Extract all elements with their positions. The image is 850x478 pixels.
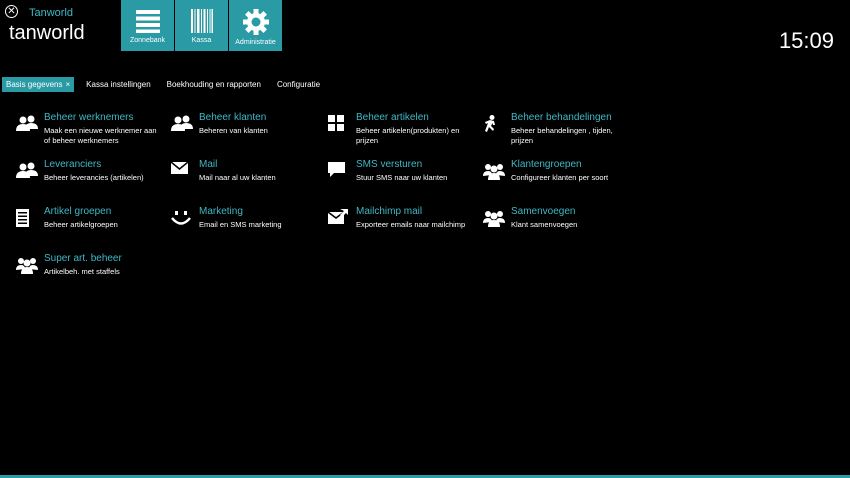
menu-item-desc: Artikelbeh. met staffels <box>44 267 120 276</box>
menu-item-super-art-beheer[interactable]: Super art. beheer Artikelbeh. met staffel… <box>16 253 171 300</box>
menu-item-desc: Beheer artikelen(produkten) en prijzen <box>356 126 460 145</box>
hamburger-icon <box>135 10 160 33</box>
menu-item-desc: Mail naar al uw klanten <box>199 173 276 182</box>
person-icon <box>485 115 495 132</box>
menu-item-title: Beheer artikelen <box>356 112 429 123</box>
menu-item-desc: Maak een nieuwe werknemer aan of beheer … <box>44 126 157 145</box>
menu-item-artikel-groepen[interactable]: Artikel groepen Beheer artikelgroepen <box>16 206 171 253</box>
menu-item-desc: Beheren van klanten <box>199 126 268 135</box>
tab-configuratie[interactable]: Configuratie <box>273 77 324 92</box>
barcode-icon <box>190 9 213 33</box>
menu-item-title: Mail <box>199 159 218 170</box>
menu-item-desc: Email en SMS marketing <box>199 220 282 229</box>
menu-item-desc: Beheer artikelgroepen <box>44 220 118 229</box>
users-icon <box>171 115 193 131</box>
menu-item-sms-versturen[interactable]: SMS versturen Stuur SMS naar uw klanten <box>328 159 483 206</box>
app-title: tanworld <box>9 22 85 44</box>
users-icon <box>16 115 38 131</box>
group-icon <box>483 211 505 227</box>
menu-item-beheer-behandelingen[interactable]: Beheer behandelingen Beheer behandelingen… <box>483 112 643 159</box>
menu-item-title: Klantengroepen <box>511 159 582 170</box>
menu-item-beheer-werknemers[interactable]: Beheer werknemers Maak een nieuwe werknem… <box>16 112 171 159</box>
tab-boekhouding-en-rapporten[interactable]: Boekhouding en rapporten <box>163 77 265 92</box>
menu-item-desc: Configureer klanten per soort <box>511 173 609 182</box>
menu-grid: Beheer werknemers Maak een nieuwe werknem… <box>16 112 643 300</box>
tab-close-icon[interactable]: × <box>65 80 70 89</box>
gear-icon <box>242 9 269 35</box>
menu-item-title: Beheer behandelingen <box>511 112 612 123</box>
menu-item-desc: Beheer leverancies (artikelen) <box>44 173 144 182</box>
menu-item-title: Samenvoegen <box>511 206 576 217</box>
menu-item-title: Artikel groepen <box>44 206 112 217</box>
menu-item-title: Beheer klanten <box>199 112 267 123</box>
grid-icon <box>328 115 344 131</box>
smile-icon <box>171 211 191 225</box>
module-tile-administratie[interactable]: Administratie <box>229 0 282 51</box>
tab-label: Basis gegevens <box>6 80 63 89</box>
menu-item-desc: Stuur SMS naar uw klanten <box>356 173 448 182</box>
tab-basis-gegevens[interactable]: Basis gegevens × <box>2 77 75 92</box>
menu-item-samenvoegen[interactable]: Samenvoegen Klant samenvoegen <box>483 206 643 253</box>
menu-item-title: Leveranciers <box>44 159 102 170</box>
menu-item-desc: Klant samenvoegen <box>511 220 578 229</box>
mail-icon <box>171 162 188 174</box>
module-tile-zonnebank[interactable]: Zonnebank <box>121 0 174 51</box>
menu-item-klantengroepen[interactable]: Klantengroepen Configureer klanten per so… <box>483 159 643 206</box>
menu-item-leveranciers[interactable]: Leveranciers Beheer leverancies (artikele… <box>16 159 171 206</box>
menu-item-marketing[interactable]: Marketing Email en SMS marketing <box>171 206 328 253</box>
menu-item-beheer-artikelen[interactable]: Beheer artikelen Beheer artikelen(produkt… <box>328 112 483 159</box>
close-icon[interactable]: ✕ <box>5 5 18 18</box>
module-tile-kassa[interactable]: Kassa <box>175 0 228 51</box>
menu-item-title: Super art. beheer <box>44 253 122 264</box>
module-label: Kassa <box>191 37 212 44</box>
users-icon <box>16 162 38 178</box>
group-icon <box>483 164 505 180</box>
menu-item-title: Marketing <box>199 206 243 217</box>
chat-icon <box>328 162 345 177</box>
menu-item-mail[interactable]: Mail Mail naar al uw klanten <box>171 159 328 206</box>
menu-item-desc: Beheer behandelingen , tijden, prijzen <box>511 126 613 145</box>
module-tiles: Zonnebank Kassa Administratie <box>121 0 283 51</box>
list-icon <box>16 209 29 227</box>
module-label: Administratie <box>235 39 276 46</box>
group-icon <box>16 258 38 274</box>
menu-item-title: Mailchimp mail <box>356 206 423 217</box>
tab-bar: Basis gegevens × Kassa instellingen Boekh… <box>2 77 332 92</box>
module-label: Zonnebank <box>129 37 166 44</box>
clock: 15:09 <box>778 28 834 53</box>
menu-item-desc: Exporteer emails naar mailchimp <box>356 220 466 229</box>
menu-item-title: Beheer werknemers <box>44 112 134 123</box>
menu-item-beheer-klanten[interactable]: Beheer klanten Beheren van klanten <box>171 112 328 159</box>
tab-kassa-instellingen[interactable]: Kassa instellingen <box>82 77 154 92</box>
mail-export-icon <box>328 209 348 224</box>
app-small-title: Tanworld <box>29 7 74 19</box>
menu-item-title: SMS versturen <box>356 159 423 170</box>
menu-item-mailchimp-mail[interactable]: Mailchimp mail Exporteer emails naar mail… <box>328 206 483 253</box>
